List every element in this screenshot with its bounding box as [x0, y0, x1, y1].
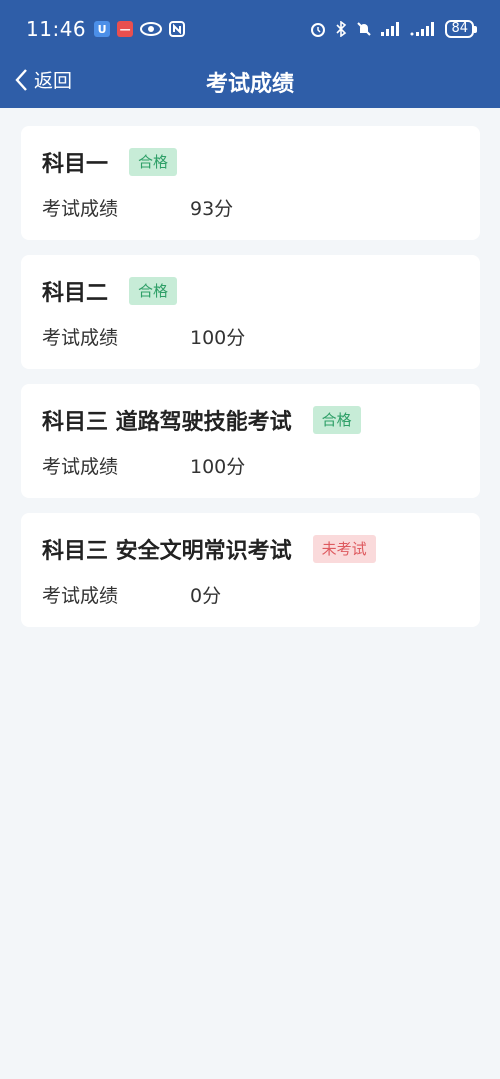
status-bar: 11:46 U — 84 [0, 0, 500, 58]
subject-title: 科目二 [42, 281, 109, 306]
score-label: 考试成绩 [42, 585, 119, 607]
status-left-icons: U — [94, 21, 186, 37]
card-title-row: 科目三 安全文明常识考试 未考试 [42, 533, 376, 565]
status-time: 11:46 [26, 17, 87, 41]
result-card: 科目一 合格 考试成绩 93分 [21, 126, 480, 240]
status-badge: 未考试 [312, 535, 376, 563]
bluetooth-icon [335, 21, 347, 37]
signal-2-icon [410, 22, 436, 36]
battery-icon: 84 [445, 20, 477, 38]
score-label: 考试成绩 [42, 327, 119, 349]
score-value: 93分 [190, 198, 234, 220]
card-title-row: 科目三 道路驾驶技能考试 合格 [42, 404, 361, 436]
result-card: 科目三 安全文明常识考试 未考试 考试成绩 0分 [21, 513, 480, 627]
results-list: 科目一 合格 考试成绩 93分 科目二 合格 考试成绩 100分 科目三 道路驾… [21, 126, 480, 642]
score-row: 考试成绩 0分 [42, 581, 221, 608]
app-header: 11:46 U — 84 返回 考试成绩 [0, 0, 500, 108]
mute-bell-icon [356, 21, 372, 37]
score-label: 考试成绩 [42, 198, 119, 220]
page-title: 考试成绩 [205, 72, 294, 97]
score-value: 100分 [190, 327, 246, 349]
status-badge: 合格 [129, 148, 178, 176]
app-red-notification-icon: — [117, 21, 134, 37]
card-title-row: 科目一 合格 [42, 146, 178, 178]
subject-title: 科目三 道路驾驶技能考试 [42, 410, 292, 435]
nav-bar: 返回 考试成绩 [0, 58, 500, 104]
status-right-icons: 84 [310, 20, 477, 38]
alarm-icon [310, 21, 326, 37]
result-card: 科目二 合格 考试成绩 100分 [21, 255, 480, 369]
score-row: 考试成绩 93分 [42, 194, 233, 221]
subject-title: 科目一 [42, 152, 109, 177]
score-value: 0分 [190, 585, 222, 607]
status-badge: 合格 [129, 277, 178, 305]
result-card: 科目三 道路驾驶技能考试 合格 考试成绩 100分 [21, 384, 480, 498]
app-notification-icon: U [94, 21, 111, 37]
eye-icon [140, 22, 163, 36]
score-label: 考试成绩 [42, 456, 119, 478]
score-row: 考试成绩 100分 [42, 452, 245, 479]
score-row: 考试成绩 100分 [42, 323, 245, 350]
signal-icon [381, 22, 401, 36]
status-badge: 合格 [312, 406, 361, 434]
nfc-icon [169, 21, 186, 37]
card-title-row: 科目二 合格 [42, 275, 178, 307]
score-value: 100分 [190, 456, 246, 478]
subject-title: 科目三 安全文明常识考试 [42, 539, 292, 564]
